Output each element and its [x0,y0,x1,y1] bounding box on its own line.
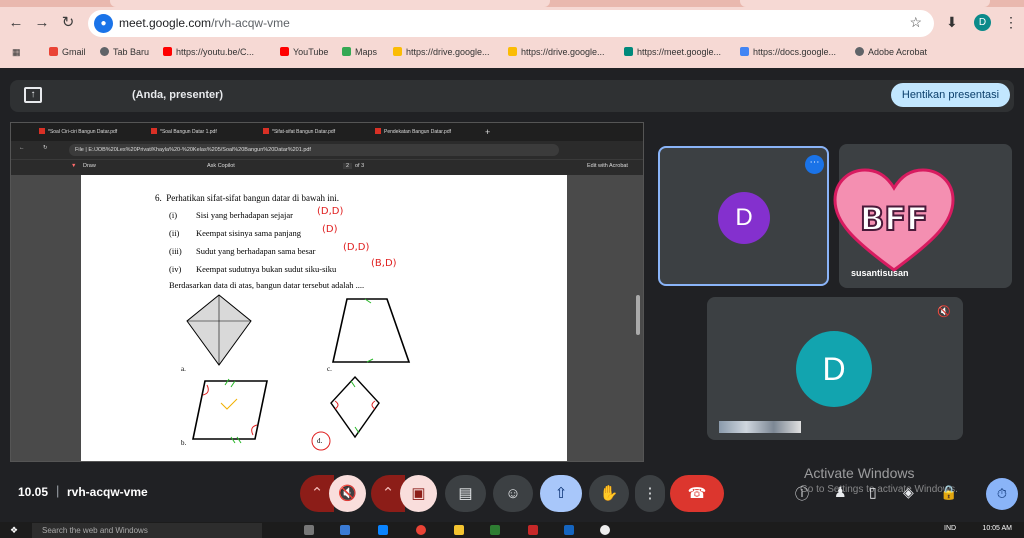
bookmark-item[interactable]: YouTube [280,44,328,60]
taskbar-clock[interactable]: 10:05 AM [982,525,1012,532]
pdf-address-bar: ← ↻ File | E:/JOB%20Les%20Privat/Khayla%… [11,141,643,159]
taskbar-app-icon[interactable] [564,525,574,535]
emoji-reaction-button[interactable]: ☺ [493,475,533,512]
captions-button[interactable]: ▤ [445,475,486,512]
bookmark-item[interactable]: Maps [342,44,377,60]
download-icon[interactable]: ⬇ [946,14,958,31]
more-options-button[interactable]: ⋮ [635,475,665,512]
meeting-code: rvh-acqw-vme [67,485,148,499]
raise-hand-button[interactable]: ✋ [589,475,629,512]
participant-name: susantisusan [851,268,909,278]
bookmark-item[interactable]: https://drive.google... [393,44,490,60]
file-explorer-icon[interactable] [454,525,464,535]
activate-windows-title: Activate Windows [804,465,915,481]
page-number-field[interactable]: 2 [343,163,353,169]
language-indicator[interactable]: IND [944,525,956,532]
separator: | [56,483,60,498]
bookmark-item[interactable]: Adobe Acrobat [855,44,927,60]
bookmark-item[interactable]: https://docs.google... [740,44,836,60]
address-bar[interactable]: ● meet.google.com/rvh-acqw-vme ☆ [88,10,934,37]
participant-tile[interactable]: BFF susantisusan [833,144,1012,288]
avatar: D [718,192,770,244]
ask-copilot-button[interactable]: Ask Copilot [207,163,235,169]
mic-toggle-button[interactable]: 🔇 [329,475,366,512]
more-options-icon[interactable]: ⋯ [805,155,824,174]
bookmarks-bar: ▦ Gmail Tab Baru https://youtu.be/C... Y… [0,44,1024,60]
bookmark-item[interactable]: Gmail [49,44,86,60]
option-c-label: c. [327,365,332,373]
presentation-bar: ↑ (Anda, presenter) Hentikan presentasi [10,80,1014,112]
back-arrow-icon[interactable]: ← [6,13,26,33]
parallelogram-shape [192,380,268,440]
task-view-icon[interactable] [304,525,314,535]
bookmark-item[interactable]: https://meet.google... [624,44,721,60]
profile-avatar[interactable]: D [974,14,991,31]
stop-presenting-button[interactable]: Hentikan presentasi [891,83,1010,107]
camera-toggle-button[interactable]: ▣ [400,475,437,512]
pdf-page: 6. Perhatikan sifat-sifat bangun datar d… [81,175,567,461]
taskbar-app-icon[interactable] [490,525,500,535]
browser-tab[interactable] [110,0,550,7]
present-screen-button[interactable]: ⇧ [540,475,582,512]
sticker-text: BFF [860,200,928,238]
new-tab-icon[interactable]: + [485,126,490,139]
avatar: D [796,331,872,407]
pdf-viewport[interactable]: 6. Perhatikan sifat-sifat bangun datar d… [11,175,643,461]
pdf-toolbar: ▼ Draw Ask Copilot 2 of 3 Edit with Acro… [11,159,643,175]
presenter-label: (Anda, presenter) [132,89,224,101]
pdf-tab[interactable]: Pendekatan Bangun Datar.pdf [375,126,451,139]
activate-windows-subtitle: Go to Settings to activate Windows. [800,484,958,495]
apps-grid-icon[interactable]: ▦ [12,44,21,60]
participant-tile[interactable]: D 🔇 [707,297,963,440]
taskbar-app-icon[interactable] [528,525,538,535]
edit-with-acrobat-button[interactable]: Edit with Acrobat [587,163,628,169]
forward-arrow-icon[interactable]: → [32,13,52,33]
bff-heart-sticker: BFF [833,168,955,272]
trapezoid-shape [332,298,411,363]
bookmark-item[interactable]: https://drive.google... [508,44,605,60]
pdf-url-field[interactable]: File | E:/JOB%20Les%20Privat/Khayla%20-%… [69,144,559,156]
draw-button[interactable]: Draw [83,163,96,169]
windows-taskbar: ❖ Search the web and Windows IND 10:05 A… [0,522,1024,538]
taskbar-app-icon[interactable] [600,525,610,535]
taskbar-search[interactable]: Search the web and Windows [32,523,262,538]
reload-icon[interactable]: ↻ [58,13,78,33]
pdf-tab-strip: *Soal Ciri-ciri Bangun Datar.pdf *Soal B… [11,123,643,141]
option-d-label: d. [317,437,323,445]
bookmark-star-icon[interactable]: ☆ [909,14,922,31]
draw-icon[interactable]: ▼ [71,163,76,169]
menu-kebab-icon[interactable]: ⋮ [1004,14,1018,31]
browser-tab[interactable] [740,0,990,7]
site-info-icon[interactable]: ● [94,14,113,33]
pdf-scrollbar[interactable] [636,295,640,335]
self-video-tile[interactable]: D ⋯ [658,146,829,286]
bookmark-item[interactable]: Tab Baru [100,44,149,60]
chrome-icon[interactable] [416,525,426,535]
pdf-tab[interactable]: *Soal Ciri-ciri Bangun Datar.pdf [39,126,117,139]
browser-chrome: ← → ↻ ● meet.google.com/rvh-acqw-vme ☆ ⬇… [0,0,1024,68]
option-a-label: a. [181,365,186,373]
reload-icon[interactable]: ↻ [43,145,48,151]
url-text: meet.google.com/rvh-acqw-vme [119,16,290,30]
meeting-time: 10.05 [18,485,49,499]
shared-screen: *Soal Ciri-ciri Bangun Datar.pdf *Soal B… [10,122,644,462]
leave-call-button[interactable]: ☎ [670,475,724,512]
windows-start-icon[interactable]: ❖ [10,525,18,536]
mic-muted-icon: 🔇 [937,306,951,318]
pdf-tab[interactable]: *Sifat-sifat Bangun Datar.pdf [263,126,335,139]
taskbar-app-icon[interactable] [340,525,350,535]
back-arrow-icon[interactable]: ← [19,145,25,151]
bookmark-item[interactable]: https://youtu.be/C... [163,44,254,60]
shape-drawings [186,294,411,451]
rhombus-shape [330,375,380,439]
timer-icon[interactable]: ⏱ [986,478,1018,510]
tab-strip [0,0,1024,7]
option-b-label: b. [181,439,187,447]
present-screen-icon: ↑ [24,87,42,103]
participant-name-redacted [719,421,801,433]
pdf-tab[interactable]: *Soal Bangun Datar 1.pdf [151,126,217,139]
page-total: of 3 [355,163,365,169]
edge-icon[interactable] [378,525,388,535]
